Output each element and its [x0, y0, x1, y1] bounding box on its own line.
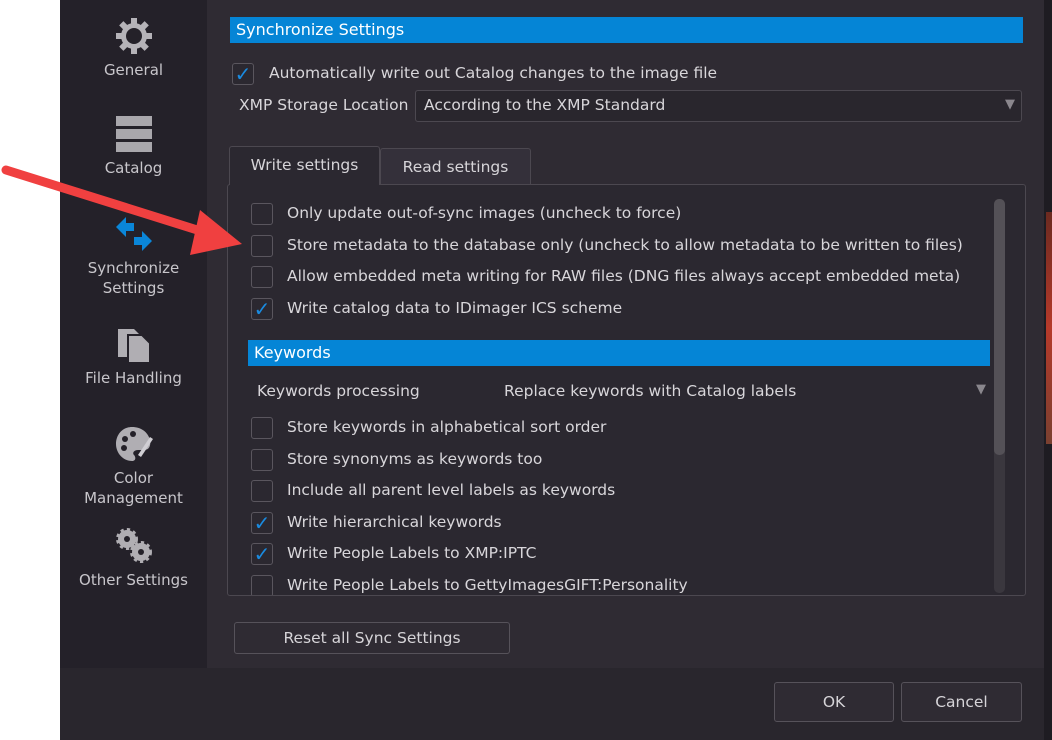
chevron-down-icon: ▼ [976, 382, 986, 397]
catalog-icon [115, 116, 152, 152]
sidebar-footer [60, 668, 207, 740]
ok-button[interactable]: OK [774, 682, 894, 722]
xmp-storage-value: According to the XMP Standard [424, 96, 666, 114]
dialog-footer: OK Cancel [207, 668, 1044, 740]
auto-write-checkbox[interactable]: ✓ [232, 63, 254, 85]
keywords-processing-label: Keywords processing [257, 382, 420, 400]
option-label: Store metadata to the database only (unc… [287, 236, 963, 254]
xmp-storage-label: XMP Storage Location [239, 96, 409, 114]
palette-icon [115, 427, 153, 461]
settings-panel: Synchronize Settings ✓ Automatically wri… [207, 0, 1044, 668]
auto-write-label: Automatically write out Catalog changes … [269, 64, 718, 82]
files-icon [117, 329, 151, 364]
xmp-storage-select[interactable]: According to the XMP Standard ▼ [415, 90, 1022, 122]
option-label: Store synonyms as keywords too [287, 450, 543, 468]
option-label: Write People Labels to XMP:IPTC [287, 544, 537, 562]
tab-read-settings[interactable]: Read settings [380, 148, 531, 184]
store-db-only-checkbox[interactable] [251, 235, 273, 257]
option-label: Include all parent level labels as keywo… [287, 481, 616, 499]
sidebar-label: General [103, 61, 164, 79]
option-label: Write People Labels to GettyImagesGIFT:P… [287, 576, 688, 594]
scrollbar[interactable] [994, 199, 1005, 593]
sidebar-item-other-settings[interactable]: Other Settings [60, 526, 207, 590]
option-checkbox[interactable] [251, 449, 273, 471]
write-settings-pane: Only update out-of-sync images (uncheck … [227, 184, 1026, 596]
annotation-arrow [1, 165, 242, 255]
section-header-synchronize: Synchronize Settings [230, 17, 1023, 43]
option-checkbox[interactable]: ✓ [251, 298, 273, 320]
settings-sidebar: General Catalog Synchronize Settings Fil… [60, 0, 207, 740]
option-checkbox[interactable] [251, 203, 273, 225]
option-checkbox[interactable]: ✓ [251, 512, 273, 534]
sidebar-label: Management [84, 489, 183, 507]
reset-sync-settings-button[interactable]: Reset all Sync Settings [234, 622, 510, 654]
sidebar-label: File Handling [85, 369, 182, 387]
sidebar-item-color-management[interactable]: Color Management [60, 424, 207, 508]
gear-icon [113, 16, 154, 56]
option-checkbox[interactable]: ✓ [251, 543, 273, 565]
option-checkbox[interactable] [251, 417, 273, 439]
option-label: Write catalog data to IDimager ICS schem… [287, 299, 623, 317]
sidebar-label: Other Settings [79, 571, 188, 589]
option-label: Store keywords in alphabetical sort orde… [287, 418, 607, 436]
gears-icon [115, 528, 152, 563]
option-label: Allow embedded meta writing for RAW file… [287, 267, 961, 285]
option-label: Write hierarchical keywords [287, 513, 502, 531]
scrollbar-thumb[interactable] [994, 199, 1005, 455]
chevron-down-icon: ▼ [1005, 97, 1015, 112]
sidebar-label: Synchronize [87, 259, 180, 277]
sidebar-item-file-handling[interactable]: File Handling [60, 324, 207, 388]
option-checkbox[interactable] [251, 575, 273, 595]
option-label: Only update out-of-sync images (uncheck … [287, 204, 682, 222]
option-checkbox[interactable] [251, 480, 273, 502]
sidebar-item-general[interactable]: General [60, 16, 207, 80]
keywords-processing-value: Replace keywords with Catalog labels [504, 382, 797, 400]
sidebar-label: Color [113, 469, 154, 487]
tab-write-settings[interactable]: Write settings [229, 146, 380, 185]
keywords-processing-select[interactable]: Replace keywords with Catalog labels ▼ [496, 377, 990, 405]
section-header-keywords: Keywords [248, 340, 990, 366]
background-photo [1046, 212, 1052, 444]
option-checkbox[interactable] [251, 266, 273, 288]
cancel-button[interactable]: Cancel [901, 682, 1022, 722]
sidebar-label: Settings [102, 279, 165, 297]
